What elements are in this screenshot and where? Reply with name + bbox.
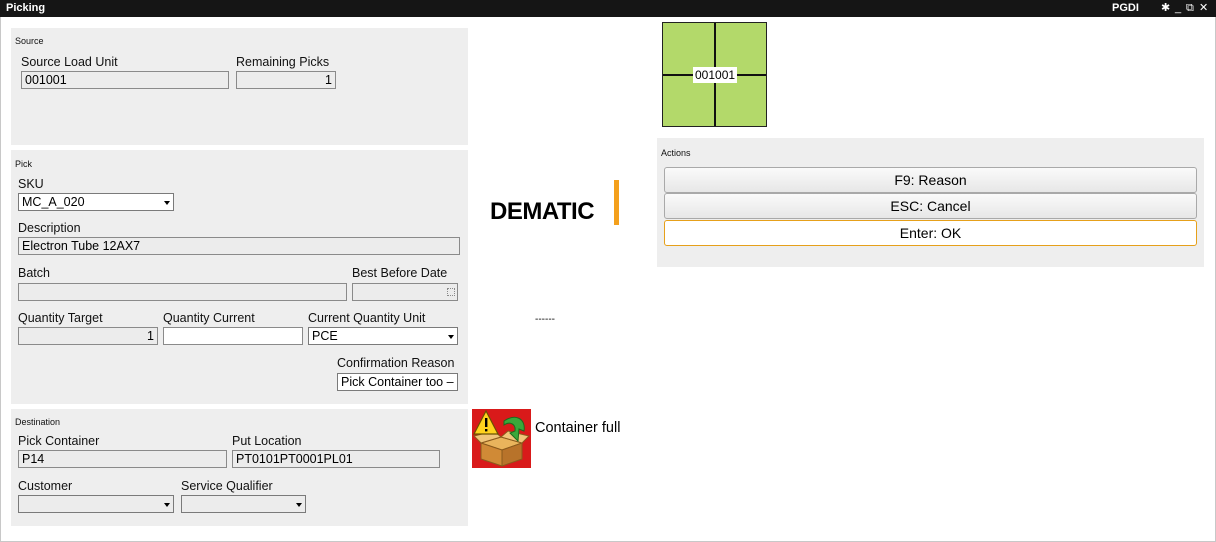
description-field[interactable]: Electron Tube 12AX7 (18, 237, 460, 255)
reason-button[interactable]: F9: Reason (664, 167, 1197, 193)
best-before-date-field[interactable] (352, 283, 458, 301)
customer-select[interactable] (18, 495, 174, 513)
restore-icon[interactable]: ⧉ (1186, 1, 1194, 15)
chevron-down-icon (448, 335, 454, 339)
sku-select[interactable]: MC_A_020 (18, 193, 174, 211)
source-load-unit-label: Source Load Unit (21, 55, 118, 69)
confirmation-reason-select[interactable]: Pick Container too – (337, 373, 458, 391)
minimize-icon[interactable]: _ (1175, 1, 1181, 15)
quantity-target-label: Quantity Target (18, 311, 103, 325)
quantity-current-input[interactable] (163, 327, 303, 345)
customer-label: Customer (18, 479, 73, 493)
sku-value: MC_A_020 (22, 195, 85, 209)
sku-label: SKU (18, 177, 44, 191)
load-unit-grid: 001001 (662, 22, 767, 127)
current-quantity-unit-label: Current Quantity Unit (308, 311, 426, 325)
app-name: PGDI (1112, 2, 1139, 14)
description-label: Description (18, 221, 81, 235)
remaining-picks-label: Remaining Picks (236, 55, 330, 69)
container-full-warning-icon (472, 409, 531, 468)
actions-panel-title: Actions (661, 148, 691, 158)
ok-button[interactable]: Enter: OK (664, 220, 1197, 246)
service-qualifier-label: Service Qualifier (181, 479, 273, 493)
pick-container-field[interactable]: P14 (18, 450, 227, 468)
chevron-down-icon (164, 201, 170, 205)
quantity-target-field[interactable]: 1 (18, 327, 158, 345)
batch-label: Batch (18, 266, 50, 280)
calendar-icon[interactable] (447, 288, 455, 296)
batch-field[interactable] (18, 283, 347, 301)
service-qualifier-select[interactable] (181, 495, 306, 513)
quantity-current-label: Quantity Current (163, 311, 255, 325)
close-icon[interactable]: ✕ (1199, 1, 1208, 15)
put-location-label: Put Location (232, 434, 302, 448)
load-unit-grid-label: 001001 (693, 67, 738, 83)
best-before-date-label: Best Before Date (352, 266, 448, 280)
put-location-field[interactable]: PT0101PT0001PL01 (232, 450, 440, 468)
pick-panel-title: Pick (15, 159, 33, 169)
remaining-picks-field[interactable]: 1 (236, 71, 336, 89)
current-quantity-unit-value: PCE (312, 329, 338, 343)
chevron-down-icon (164, 503, 170, 507)
source-load-unit-field[interactable]: 001001 (21, 71, 229, 89)
cancel-button[interactable]: ESC: Cancel (664, 193, 1197, 219)
chevron-down-icon (296, 503, 302, 507)
dematic-logo: DEMATIC (490, 198, 595, 225)
confirmation-reason-label: Confirmation Reason (337, 356, 455, 370)
destination-panel-title: Destination (15, 417, 61, 427)
container-full-label: Container full (535, 420, 621, 436)
logo-accent-bar (614, 180, 619, 225)
title-bar: Picking PGDI ✱ _ ⧉ ✕ (0, 0, 1216, 17)
window-title: Picking (6, 2, 46, 14)
status-placeholder: ------ (535, 314, 555, 325)
source-panel-title: Source (15, 36, 44, 46)
pin-icon[interactable]: ✱ (1161, 1, 1170, 15)
pick-container-label: Pick Container (18, 434, 100, 448)
current-quantity-unit-select[interactable]: PCE (308, 327, 458, 345)
